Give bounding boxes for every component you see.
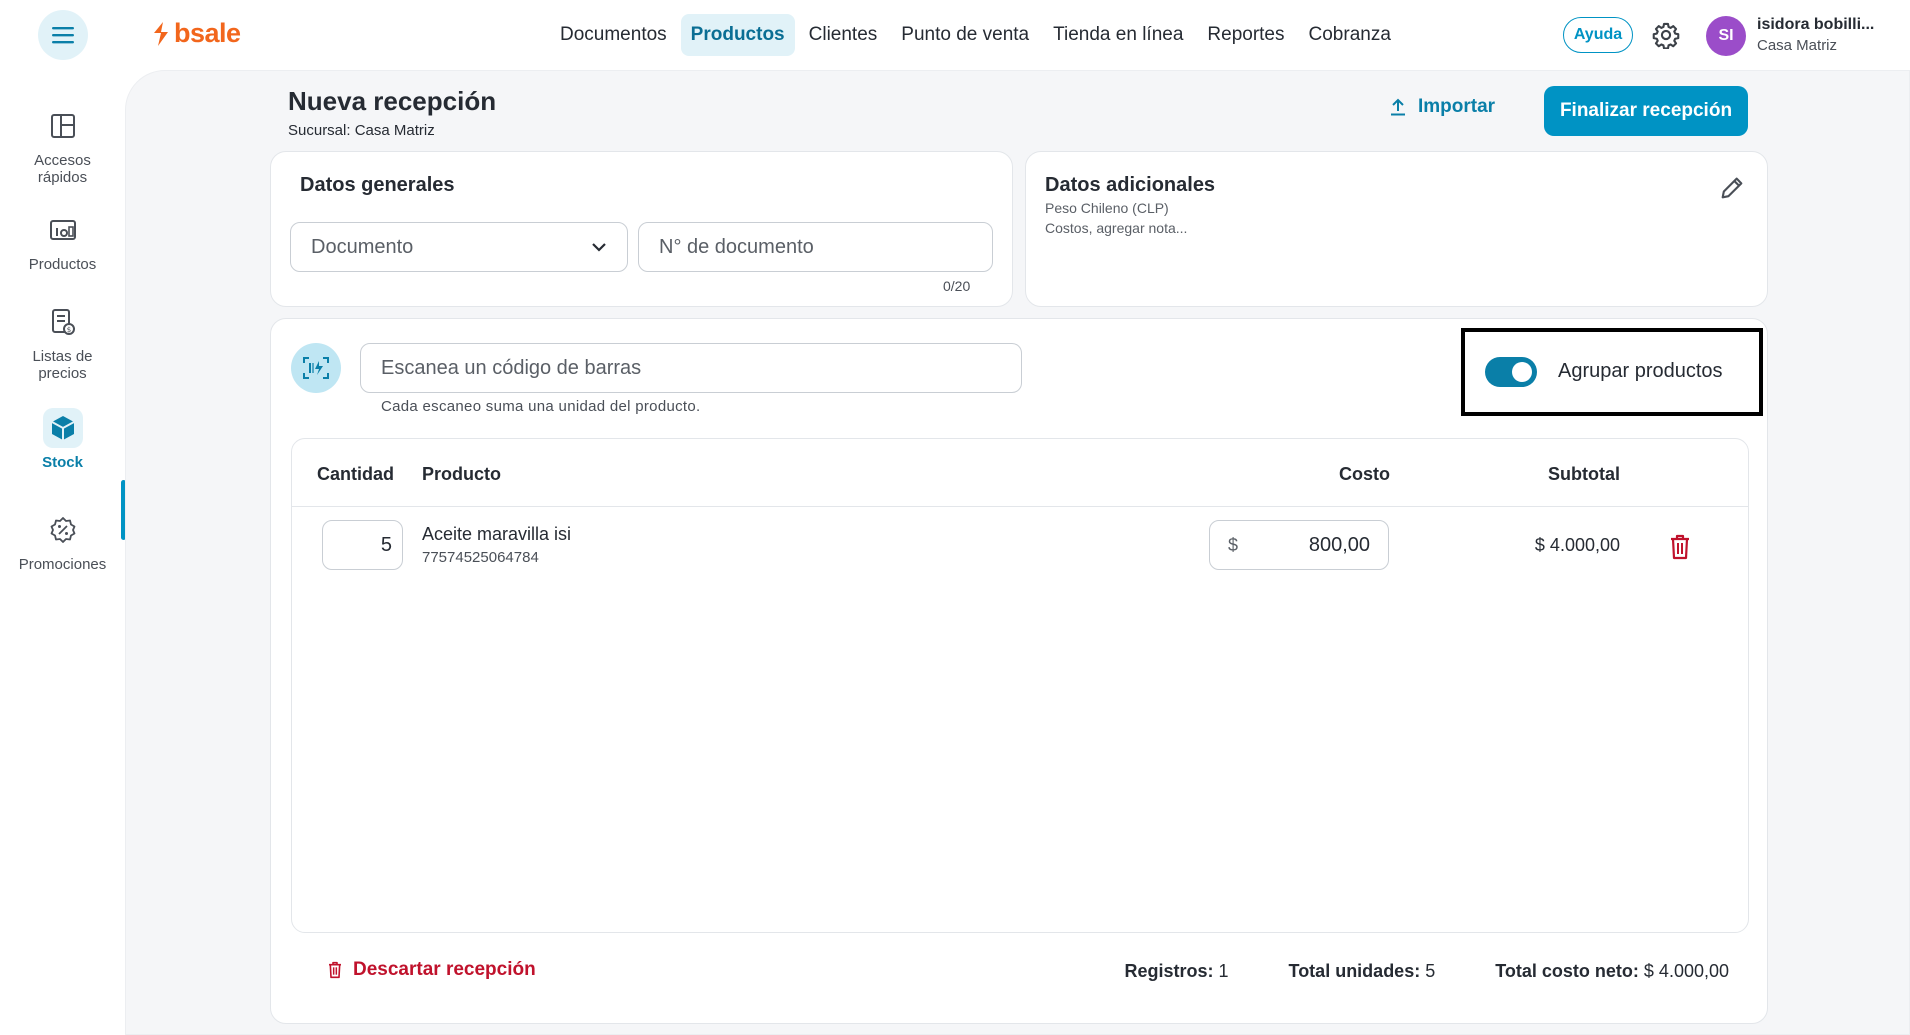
sidebar-item-stock[interactable]: Stock <box>0 408 125 471</box>
svg-text:$: $ <box>66 326 70 334</box>
layout-grid-icon <box>50 114 75 138</box>
sidebar: Accesos rápidos Productos $ Listas de pr… <box>0 70 126 1035</box>
units-total: Total unidades: 5 <box>1288 961 1436 981</box>
barcode-scan-input[interactable]: Escanea un código de barras <box>360 343 1022 393</box>
brand-name: bsale <box>174 18 241 48</box>
additional-data-card: Datos adicionales Peso Chileno (CLP) Cos… <box>1025 151 1768 307</box>
barcode-scan-icon <box>303 357 329 379</box>
records-total: Registros: 1 <box>1124 961 1229 981</box>
hamburger-icon <box>52 27 74 44</box>
page-subtitle: Sucursal: Casa Matriz <box>288 122 435 139</box>
hamburger-menu-button[interactable] <box>38 10 88 60</box>
products-card: Escanea un código de barras Cada escaneo… <box>270 318 1768 1024</box>
gear-icon[interactable] <box>1652 21 1680 49</box>
nav-documentos[interactable]: Documentos <box>550 14 677 56</box>
net-cost-total: Total costo neto: $ 4.000,00 <box>1495 961 1729 981</box>
group-products-highlight: Agrupar productos <box>1461 328 1763 416</box>
group-products-label: Agrupar productos <box>1558 360 1723 382</box>
bsale-logo[interactable]: bsale <box>152 18 241 49</box>
sidebar-item-promociones[interactable]: Promociones <box>0 510 125 573</box>
import-button[interactable]: Importar <box>1390 96 1495 118</box>
trash-icon <box>329 961 341 979</box>
top-bar: bsale Documentos Productos Clientes Punt… <box>0 0 1910 70</box>
product-name: Aceite maravilla isi <box>422 524 572 544</box>
sidebar-item-label: Listas de precios <box>32 348 93 382</box>
currency-text: Peso Chileno (CLP) <box>1045 200 1169 216</box>
general-data-card: Datos generales Documento N° de document… <box>270 151 1013 307</box>
bsale-logo-icon <box>154 21 168 46</box>
products-icon <box>49 220 76 240</box>
discard-label: Descartar recepción <box>353 959 536 980</box>
scan-hint: Cada escaneo suma una unidad del product… <box>381 398 701 415</box>
user-name[interactable]: isidora bobilli... <box>1757 16 1874 34</box>
nav-punto-de-venta[interactable]: Punto de venta <box>891 14 1039 56</box>
document-type-select[interactable]: Documento <box>290 222 628 272</box>
chevron-down-icon <box>592 243 606 252</box>
additional-data-title: Datos adicionales <box>1045 174 1216 196</box>
sidebar-item-label: Stock <box>42 454 83 471</box>
reception-footer: Descartar recepción Registros: 1 Total u… <box>271 959 1767 989</box>
column-header-quantity: Cantidad <box>317 464 395 484</box>
nav-cobranza[interactable]: Cobranza <box>1299 14 1401 56</box>
sidebar-item-label: Productos <box>28 256 97 273</box>
upload-icon <box>1391 98 1405 116</box>
product-code: 77574525064784 <box>422 549 539 566</box>
table-header-divider <box>292 506 1748 507</box>
sidebar-item-label: Accesos rápidos <box>34 152 91 186</box>
group-products-toggle[interactable] <box>1485 357 1537 387</box>
column-header-subtotal: Subtotal <box>1548 464 1620 484</box>
main-nav: Documentos Productos Clientes Punto de v… <box>550 14 1401 56</box>
user-branch: Casa Matriz <box>1757 37 1838 54</box>
import-label: Importar <box>1418 96 1496 117</box>
general-data-title: Datos generales <box>300 174 455 196</box>
promotion-badge-icon <box>50 517 75 543</box>
document-number-input[interactable]: N° de documento <box>638 222 993 272</box>
row-subtotal: $ 4.000,00 <box>1534 535 1620 555</box>
nav-reportes[interactable]: Reportes <box>1197 14 1294 56</box>
document-number-counter: 0/20 <box>943 278 971 294</box>
page-title: Nueva recepción <box>288 86 497 116</box>
sidebar-item-productos[interactable]: Productos <box>0 210 125 273</box>
trash-icon[interactable] <box>1668 534 1692 560</box>
nav-productos[interactable]: Productos <box>680 14 795 56</box>
box-icon <box>51 416 74 440</box>
sidebar-item-accesos-rapidos[interactable]: Accesos rápidos <box>0 106 125 186</box>
sidebar-item-label: Promociones <box>18 556 107 573</box>
nav-tienda-en-linea[interactable]: Tienda en línea <box>1043 14 1193 56</box>
additional-hint: Costos, agregar nota... <box>1045 220 1188 236</box>
help-button[interactable]: Ayuda <box>1563 17 1633 53</box>
user-avatar[interactable]: SI <box>1706 16 1746 56</box>
scan-button[interactable] <box>291 343 341 393</box>
totals-summary: Registros: 1 Total unidades: 5 Total cos… <box>1124 961 1729 982</box>
quantity-input[interactable]: 5 <box>322 520 403 570</box>
price-list-icon: $ <box>51 309 75 335</box>
column-header-product: Producto <box>422 464 501 484</box>
nav-clientes[interactable]: Clientes <box>799 14 888 56</box>
finish-reception-button[interactable]: Finalizar recepción <box>1544 86 1748 136</box>
discard-reception-button[interactable]: Descartar recepción <box>327 959 536 981</box>
document-type-value: Documento <box>311 235 414 258</box>
products-table: Cantidad Producto Costo Subtotal 5 Aceit… <box>291 438 1749 933</box>
sidebar-item-listas-de-precios[interactable]: $ Listas de precios <box>0 302 125 382</box>
pencil-icon[interactable] <box>1718 174 1746 202</box>
currency-symbol: $ <box>1228 534 1239 555</box>
